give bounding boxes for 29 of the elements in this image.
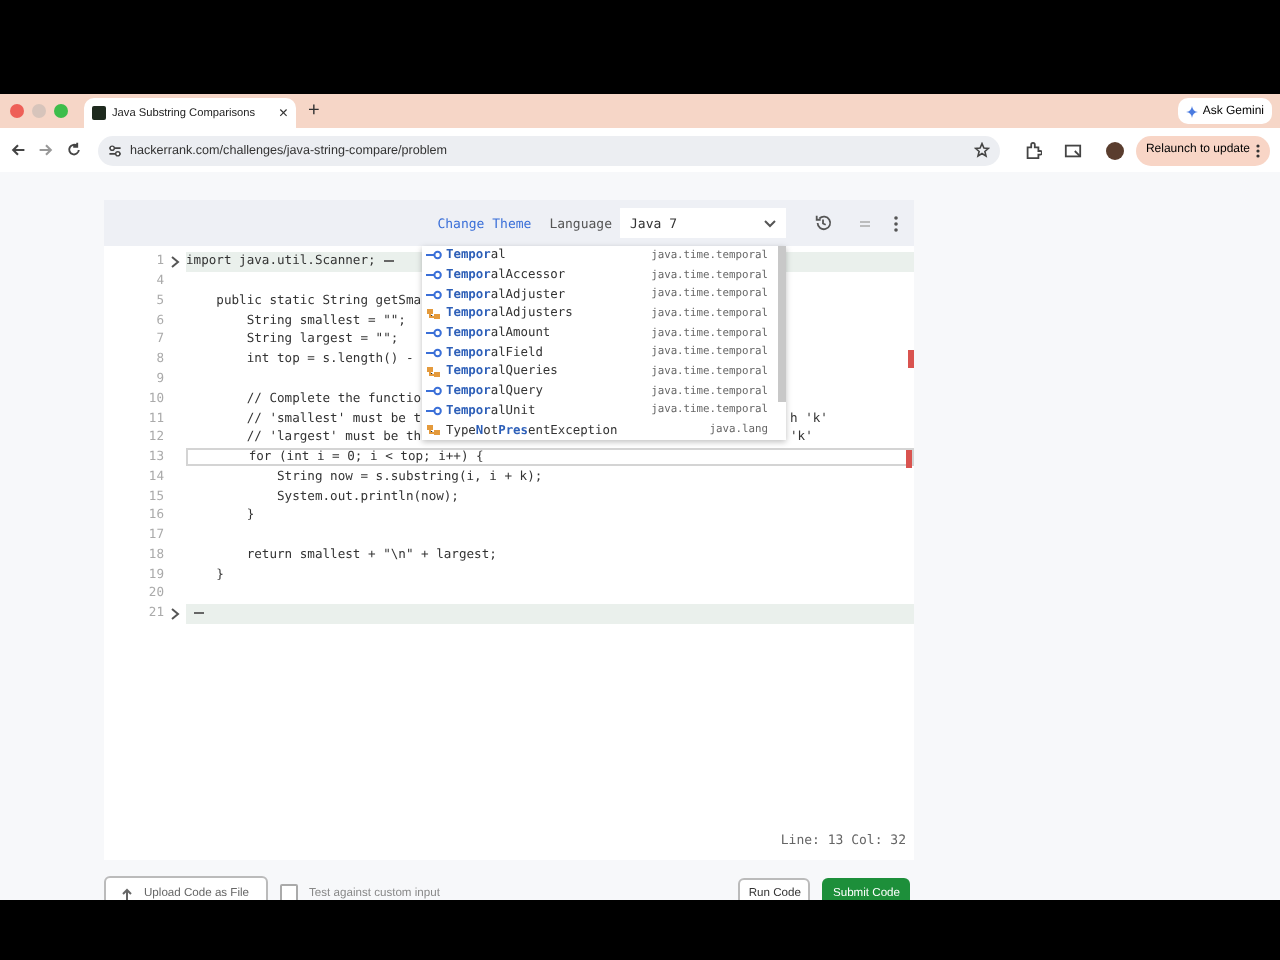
back-icon[interactable]: [10, 142, 26, 158]
interface-icon: [426, 405, 442, 416]
interface-icon: [426, 347, 442, 358]
new-tab-button[interactable]: +: [304, 100, 324, 122]
history-icon[interactable]: [814, 214, 832, 232]
chevron-down-icon: [764, 219, 776, 227]
class-icon: [426, 365, 442, 378]
tab-close-button[interactable]: ×: [278, 105, 288, 121]
bookmark-star-icon[interactable]: [973, 142, 990, 158]
folded-code-marker[interactable]: [383, 260, 394, 263]
site-icon: [92, 106, 106, 120]
scrollbar[interactable]: [778, 246, 786, 402]
interface-icon: [426, 289, 442, 300]
interface-icon: [426, 386, 442, 397]
interface-icon: [426, 250, 442, 261]
class-icon: [426, 307, 442, 320]
interface-icon: [426, 270, 442, 281]
extensions-icon[interactable]: [1023, 141, 1042, 159]
reload-icon[interactable]: [66, 142, 82, 158]
interface-icon: [426, 328, 442, 339]
profile-avatar[interactable]: [1105, 141, 1124, 159]
checkbox[interactable]: [279, 884, 298, 900]
site-settings-icon: [108, 143, 122, 157]
forward-icon[interactable]: [38, 142, 54, 158]
cast-icon[interactable]: [1063, 141, 1082, 159]
class-icon: [426, 424, 442, 437]
upload-icon: [122, 887, 132, 899]
sparkle-icon: [1186, 105, 1199, 117]
folded-code-marker[interactable]: [194, 612, 204, 615]
